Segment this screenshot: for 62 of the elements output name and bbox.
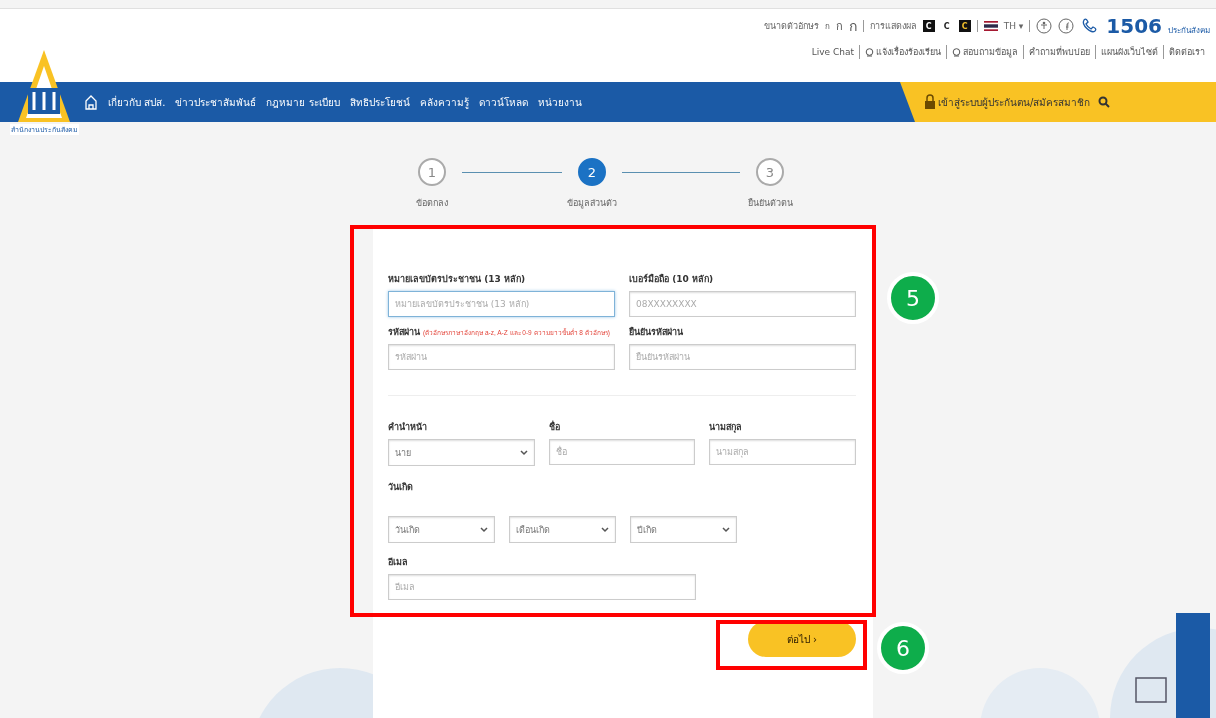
quick-link[interactable]: สอบถามข้อมูล bbox=[946, 45, 1023, 59]
nav-item[interactable]: คลังความรู้ bbox=[419, 94, 469, 110]
step-number: 1 bbox=[418, 158, 446, 186]
nav-item[interactable]: กฎหมาย ระเบียบ bbox=[266, 94, 340, 110]
input-field[interactable]: หมายเลขบัตรประชาชน (13 หลัก) bbox=[388, 291, 615, 317]
language-select[interactable]: TH ▾ bbox=[1003, 21, 1024, 31]
font-size-option[interactable]: ก bbox=[848, 15, 857, 37]
chevron-down-icon bbox=[480, 526, 488, 533]
nav-item[interactable]: เกี่ยวกับ สปส. bbox=[108, 94, 166, 110]
quick-link[interactable]: แผนผังเว็บไซต์ bbox=[1095, 45, 1163, 59]
field-label: ยืนยันรหัสผ่าน bbox=[629, 325, 683, 339]
step-badge: 6 bbox=[877, 622, 929, 674]
step-number: 3 bbox=[756, 158, 784, 186]
quick-link[interactable]: คำถามที่พบบ่อย bbox=[1023, 45, 1095, 59]
input-field[interactable]: รหัสผ่าน bbox=[388, 344, 615, 370]
quick-link[interactable]: ติดต่อเรา bbox=[1163, 45, 1210, 59]
home-icon[interactable] bbox=[84, 94, 98, 110]
input-field[interactable]: 08XXXXXXXX bbox=[629, 291, 856, 317]
quick-link[interactable]: แจ้งเรื่องร้องเรียน bbox=[859, 45, 946, 59]
font-size-option[interactable]: ก bbox=[824, 19, 830, 33]
step-badge: 5 bbox=[887, 272, 939, 324]
search-icon[interactable] bbox=[1098, 96, 1111, 108]
chevron-down-icon bbox=[722, 526, 730, 533]
contrast-option[interactable]: C bbox=[922, 20, 935, 32]
step-label: ข้อมูลส่วนตัว bbox=[567, 197, 617, 210]
field-label: วันเกิด bbox=[388, 481, 414, 494]
display-label: การแสดงผล bbox=[869, 20, 917, 33]
contrast-option[interactable]: C bbox=[958, 20, 971, 32]
field-label: อีเมล bbox=[388, 556, 409, 569]
input-field[interactable]: ยืนยันรหัสผ่าน bbox=[629, 344, 856, 370]
nav-item[interactable]: ดาวน์โหลด bbox=[478, 94, 528, 110]
field-label: หมายเลขบัตรประชาชน (13 หลัก) bbox=[388, 273, 526, 286]
field-label: รหัสผ่าน bbox=[388, 326, 420, 339]
nav-item[interactable]: สิทธิประโยชน์ bbox=[349, 94, 410, 110]
field-label: ชื่อ bbox=[548, 420, 561, 434]
font-size-label: ขนาดตัวอักษร bbox=[763, 20, 819, 33]
input-field[interactable]: ชื่อ bbox=[548, 439, 696, 465]
accessibility-icon[interactable] bbox=[1036, 18, 1053, 34]
birth-date-select[interactable]: วันเกิด bbox=[388, 516, 495, 543]
nav-item[interactable]: หน่วยงาน bbox=[537, 94, 582, 110]
birth-date-select[interactable]: ปีเกิด bbox=[630, 516, 737, 543]
nav-item[interactable]: ข่าวประชาสัมพันธ์ bbox=[175, 94, 257, 110]
hotline-caption: ประกันสังคม bbox=[1168, 25, 1210, 37]
input-field[interactable]: อีเมล bbox=[388, 574, 696, 600]
chevron-down-icon bbox=[601, 526, 609, 533]
quick-link[interactable]: Live Chat bbox=[806, 47, 859, 57]
step-number: 2 bbox=[578, 158, 606, 186]
chat-icon bbox=[865, 47, 874, 57]
step-label: ข้อตกลง bbox=[416, 197, 448, 210]
chevron-down-icon bbox=[519, 449, 528, 456]
field-label: เบอร์มือถือ (10 หลัก) bbox=[629, 272, 714, 286]
field-label: นามสกุล bbox=[709, 421, 744, 434]
field-label: คำนำหน้า bbox=[388, 421, 428, 434]
title-select[interactable]: นาย bbox=[388, 439, 535, 466]
hotline-number: 1506 bbox=[1106, 16, 1162, 36]
input-field[interactable]: นามสกุล bbox=[709, 439, 856, 465]
flag-icon bbox=[983, 21, 998, 31]
step-label: ยืนยันตัวตน bbox=[747, 197, 793, 210]
font-size-option[interactable]: ก bbox=[835, 17, 843, 35]
lock-icon bbox=[924, 94, 936, 110]
birth-date-select[interactable]: เดือนเกิด bbox=[509, 516, 616, 543]
chat-icon bbox=[952, 47, 961, 57]
